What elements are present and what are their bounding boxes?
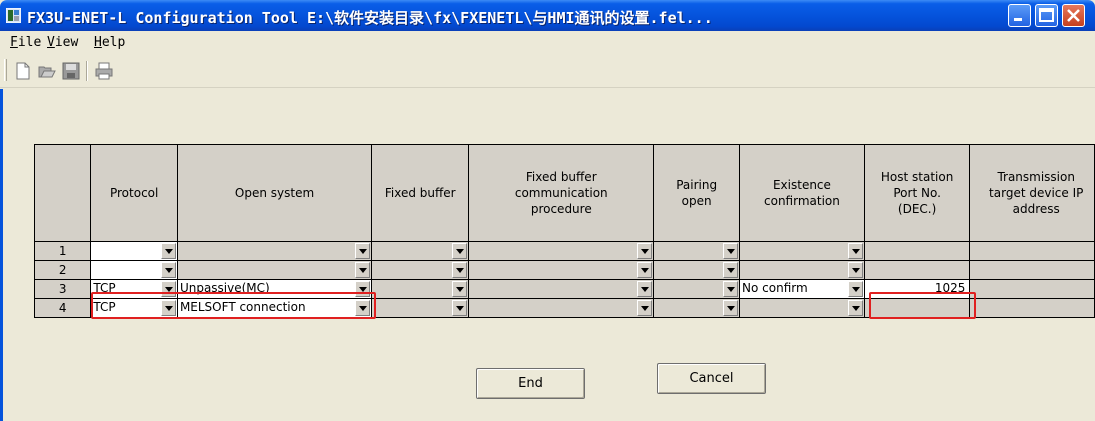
menu-help-mnemonic: H <box>94 35 102 50</box>
col-header-fixed-buffer-procedure[interactable]: Fixed buffer communication procedure <box>468 144 655 242</box>
table-row: 2 <box>33 260 1095 280</box>
open-system-select[interactable] <box>178 261 371 279</box>
chevron-down-icon[interactable] <box>847 281 863 297</box>
fixed-buffer-select[interactable] <box>372 242 468 260</box>
cancel-button[interactable]: Cancel <box>657 363 766 394</box>
menu-file-mnemonic: F <box>10 35 18 50</box>
chevron-down-icon[interactable] <box>452 300 468 316</box>
menu-help-label: elp <box>101 35 126 50</box>
close-icon <box>1067 9 1080 22</box>
chevron-down-icon[interactable] <box>160 243 176 259</box>
fixed-buffer-select[interactable] <box>372 280 468 298</box>
chevron-down-icon[interactable] <box>355 243 371 259</box>
maximize-button[interactable] <box>1035 4 1058 27</box>
protocol-select[interactable] <box>91 261 177 279</box>
fixed-buffer-select[interactable] <box>372 299 468 317</box>
chevron-down-icon[interactable] <box>452 281 468 297</box>
menu-file[interactable]: File <box>10 35 41 50</box>
minimize-button[interactable] <box>1008 4 1031 27</box>
col-header-pairing-open[interactable]: Pairing open <box>653 144 741 242</box>
chevron-down-icon[interactable] <box>452 243 468 259</box>
chevron-down-icon[interactable] <box>723 243 739 259</box>
col-header-open-system[interactable]: Open system <box>176 144 373 242</box>
col-header-existence-confirmation[interactable]: Existence confirmation <box>739 144 865 242</box>
pairing-select[interactable] <box>654 280 739 298</box>
menu-view-label: iew <box>54 35 79 50</box>
chevron-down-icon[interactable] <box>637 262 653 278</box>
row-number[interactable]: 3 <box>33 279 92 299</box>
toolbar-grip[interactable] <box>4 59 7 81</box>
row-number[interactable]: 4 <box>33 298 92 318</box>
pairing-select[interactable] <box>654 261 739 279</box>
table-corner <box>33 144 92 242</box>
col-header-host-port[interactable]: Host station Port No. (DEC.) <box>863 144 971 242</box>
protocol-select[interactable] <box>91 242 177 260</box>
app-icon <box>6 8 21 23</box>
row-number[interactable]: 2 <box>33 260 92 280</box>
open-system-select[interactable] <box>178 242 371 260</box>
col-header-fixed-buffer[interactable]: Fixed buffer <box>371 144 470 242</box>
procedure-select[interactable] <box>469 242 653 260</box>
chevron-down-icon[interactable] <box>637 243 653 259</box>
col-header-protocol[interactable]: Protocol <box>90 144 178 242</box>
menu-file-label: ile <box>17 35 42 50</box>
minimize-icon <box>1014 18 1022 21</box>
open-icon[interactable] <box>38 62 56 80</box>
chevron-down-icon[interactable] <box>637 281 653 297</box>
maximize-icon <box>1039 8 1054 22</box>
menu-bar: File View Help <box>0 31 1095 54</box>
target-ip-field[interactable] <box>970 261 1094 279</box>
table-row: 1 <box>33 241 1095 261</box>
existence-select[interactable] <box>740 242 864 260</box>
chevron-down-icon[interactable] <box>723 262 739 278</box>
fixed-buffer-select[interactable] <box>372 261 468 279</box>
chevron-down-icon[interactable] <box>355 262 371 278</box>
menu-view-mnemonic: V <box>47 35 55 50</box>
chevron-down-icon[interactable] <box>160 262 176 278</box>
window-title: FX3U-ENET-L Configuration Tool E:\软件安装目录… <box>27 9 713 27</box>
table-header-row: Protocol Open system Fixed buffer Fixed … <box>33 144 1095 242</box>
print-icon[interactable] <box>95 62 113 80</box>
save-icon[interactable] <box>62 62 80 80</box>
title-bar[interactable]: FX3U-ENET-L Configuration Tool E:\软件安装目录… <box>0 0 1095 31</box>
existence-select[interactable] <box>740 299 864 317</box>
col-header-target-ip[interactable]: Transmission target device IP address <box>969 144 1095 242</box>
highlight-host-port <box>869 292 976 319</box>
existence-select[interactable]: No confirm <box>740 280 864 298</box>
port-field[interactable] <box>865 261 969 279</box>
procedure-select[interactable] <box>469 299 653 317</box>
row-number[interactable]: 1 <box>33 241 92 261</box>
chevron-down-icon[interactable] <box>723 300 739 316</box>
target-ip-field[interactable] <box>970 242 1094 260</box>
highlight-protocol-open-system <box>91 292 376 319</box>
close-button[interactable] <box>1062 4 1085 27</box>
chevron-down-icon[interactable] <box>847 300 863 316</box>
procedure-select[interactable] <box>469 280 653 298</box>
menu-view[interactable]: View <box>47 35 78 50</box>
chevron-down-icon[interactable] <box>847 243 863 259</box>
target-ip-field[interactable] <box>970 280 1094 298</box>
chevron-down-icon[interactable] <box>847 262 863 278</box>
procedure-select[interactable] <box>469 261 653 279</box>
pairing-select[interactable] <box>654 242 739 260</box>
new-icon[interactable] <box>14 62 32 80</box>
menu-help[interactable]: Help <box>94 35 125 50</box>
target-ip-field[interactable] <box>970 299 1094 317</box>
existence-value: No confirm <box>742 281 808 295</box>
chevron-down-icon[interactable] <box>452 262 468 278</box>
end-button[interactable]: End <box>476 368 585 399</box>
pairing-select[interactable] <box>654 299 739 317</box>
chevron-down-icon[interactable] <box>723 281 739 297</box>
chevron-down-icon[interactable] <box>637 300 653 316</box>
toolbar <box>0 54 1095 88</box>
existence-select[interactable] <box>740 261 864 279</box>
toolbar-separator <box>86 61 88 81</box>
port-field[interactable] <box>865 242 969 260</box>
